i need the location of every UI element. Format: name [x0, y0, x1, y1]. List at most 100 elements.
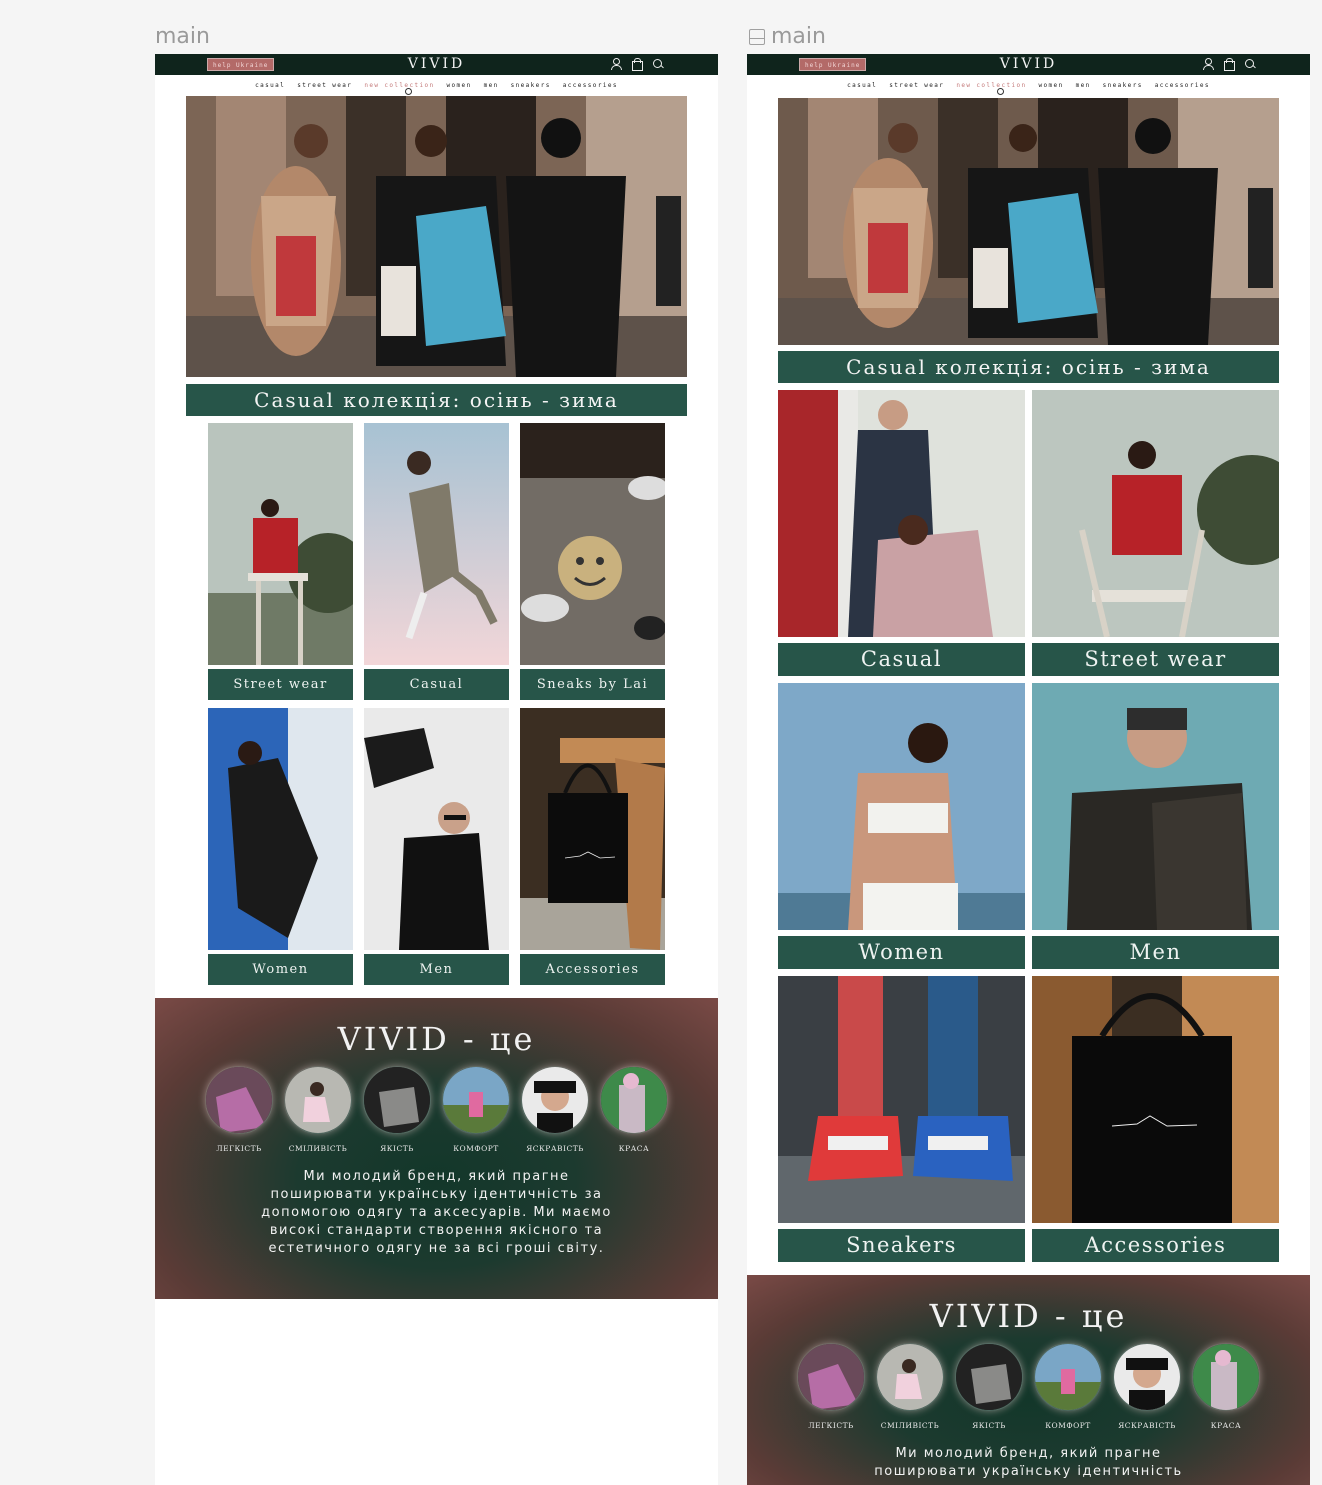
value-label: СМІЛИВІСТЬ [288, 1144, 348, 1153]
category-label-text: Sneakers [846, 1233, 957, 1257]
category-label-text: Men [1129, 940, 1182, 964]
nav-item-new-collection[interactable]: new collection [956, 82, 1026, 89]
value-label: КОМФОРТ [1045, 1421, 1091, 1430]
value-image-lightness[interactable] [797, 1343, 865, 1411]
about-title: VIVID - це [337, 1020, 536, 1058]
value-label: ЯСКРАВІСТЬ [1118, 1421, 1176, 1430]
bag-icon[interactable] [1223, 58, 1235, 71]
cursor-icon [405, 88, 412, 95]
category-label-women[interactable]: Women [778, 936, 1025, 969]
nav-item-casual[interactable]: casual [255, 82, 285, 89]
value-image-brightness[interactable] [521, 1066, 589, 1134]
category-tile-men[interactable] [1032, 683, 1279, 930]
value-label: ЯКІСТЬ [380, 1144, 414, 1153]
category-label-text: Casual [860, 647, 943, 671]
top-bar: help Ukraine VIVID [155, 54, 718, 75]
category-label-women[interactable]: Women [208, 954, 353, 985]
category-tile-street-wear[interactable] [208, 423, 353, 665]
nav-item-men[interactable]: men [1076, 82, 1091, 89]
category-label-text: Women [252, 962, 309, 977]
category-tile-accessories[interactable] [520, 708, 665, 950]
top-bar: help Ukraine VIVID [747, 54, 1310, 75]
search-icon[interactable] [652, 58, 664, 70]
nav-item-accessories[interactable]: accessories [1155, 82, 1210, 89]
category-label-text: Accessories [1084, 1233, 1227, 1257]
user-icon[interactable] [610, 58, 622, 70]
nav-item-sneakers[interactable]: sneakers [511, 82, 551, 89]
about-section: VIVID - це ЛЕГКІСТЬ СМІЛИВІСТЬ ЯКІСТЬ КО… [747, 1275, 1310, 1485]
category-tile-sneakers[interactable] [778, 976, 1025, 1223]
category-tile-casual[interactable] [778, 390, 1025, 637]
category-label-men[interactable]: Men [1032, 936, 1279, 969]
nav-item-casual[interactable]: casual [847, 82, 877, 89]
category-label-casual[interactable]: Casual [778, 643, 1025, 676]
value-image-lightness[interactable] [205, 1066, 273, 1134]
value-label: КОМФОРТ [453, 1144, 499, 1153]
category-tile-accessories[interactable] [1032, 976, 1279, 1223]
value-label: ЯКІСТЬ [972, 1421, 1006, 1430]
category-label-accessories[interactable]: Accessories [1032, 1229, 1279, 1262]
value-label: ЛЕГКІСТЬ [216, 1144, 262, 1153]
frame-label-desktop[interactable]: main [155, 24, 210, 49]
collection-banner[interactable]: Casual колекція: осінь - зима [186, 384, 687, 416]
value-image-brightness[interactable] [1113, 1343, 1181, 1411]
hero-image[interactable] [186, 96, 687, 377]
nav-item-new-collection[interactable]: new collection [364, 82, 434, 89]
category-tile-men[interactable] [364, 708, 509, 950]
value-image-quality[interactable] [955, 1343, 1023, 1411]
category-tile-street-wear[interactable] [1032, 390, 1279, 637]
main-nav: casual street wear new collection women … [747, 82, 1310, 89]
category-tile-women[interactable] [208, 708, 353, 950]
category-label-text: Accessories [545, 962, 640, 977]
category-tile-women[interactable] [778, 683, 1025, 930]
value-image-beauty[interactable] [600, 1066, 668, 1134]
tablet-frame: help Ukraine VIVID casual street wear ne… [747, 54, 1310, 1485]
category-label-sneaks-by-lai[interactable]: Sneaks by Lai [520, 669, 665, 700]
nav-item-accessories[interactable]: accessories [563, 82, 618, 89]
cursor-icon [997, 88, 1004, 95]
category-tile-casual[interactable] [364, 423, 509, 665]
value-image-comfort[interactable] [1034, 1343, 1102, 1411]
category-label-street-wear[interactable]: Street wear [1032, 643, 1279, 676]
category-label-men[interactable]: Men [364, 954, 509, 985]
frame-title: main [155, 24, 210, 49]
value-image-courage[interactable] [284, 1066, 352, 1134]
category-label-street-wear[interactable]: Street wear [208, 669, 353, 700]
collection-banner-text: Casual колекція: осінь - зима [254, 388, 619, 412]
frame-icon [749, 28, 765, 45]
about-section: VIVID - це ЛЕГКІСТЬ СМІЛИВІСТЬ ЯКІСТЬ КО… [155, 998, 718, 1299]
category-label-text: Sneaks by Lai [536, 677, 649, 692]
value-label: КРАСА [1210, 1421, 1242, 1430]
category-label-accessories[interactable]: Accessories [520, 954, 665, 985]
category-label-text: Men [419, 962, 454, 977]
nav-item-men[interactable]: men [484, 82, 499, 89]
category-label-text: Street wear [233, 677, 328, 692]
main-nav: casual street wear new collection women … [155, 82, 718, 89]
user-icon[interactable] [1202, 58, 1214, 70]
about-text: Ми молодий бренд, який прагне поширювати… [261, 1169, 612, 1256]
category-tile-sneaks-by-lai[interactable] [520, 423, 665, 665]
nav-item-women[interactable]: women [447, 82, 472, 89]
hero-image[interactable] [778, 98, 1279, 345]
value-image-beauty[interactable] [1192, 1343, 1260, 1411]
desktop-frame: help Ukraine VIVID casual street wear ne… [155, 54, 718, 1485]
value-image-quality[interactable] [363, 1066, 431, 1134]
frame-title: main [771, 24, 826, 49]
value-label: СМІЛИВІСТЬ [880, 1421, 940, 1430]
nav-item-street-wear[interactable]: street wear [889, 82, 944, 89]
value-image-courage[interactable] [876, 1343, 944, 1411]
collection-banner-text: Casual колекція: осінь - зима [846, 355, 1211, 379]
value-label: КРАСА [618, 1144, 650, 1153]
frame-label-tablet[interactable]: main [749, 24, 826, 49]
nav-item-women[interactable]: women [1039, 82, 1064, 89]
about-title: VIVID - це [929, 1297, 1128, 1335]
nav-item-street-wear[interactable]: street wear [297, 82, 352, 89]
category-label-sneakers[interactable]: Sneakers [778, 1229, 1025, 1262]
search-icon[interactable] [1244, 58, 1256, 70]
collection-banner[interactable]: Casual колекція: осінь - зима [778, 351, 1279, 383]
category-label-text: Street wear [1084, 647, 1227, 671]
category-label-casual[interactable]: Casual [364, 669, 509, 700]
nav-item-sneakers[interactable]: sneakers [1103, 82, 1143, 89]
bag-icon[interactable] [631, 58, 643, 71]
value-image-comfort[interactable] [442, 1066, 510, 1134]
